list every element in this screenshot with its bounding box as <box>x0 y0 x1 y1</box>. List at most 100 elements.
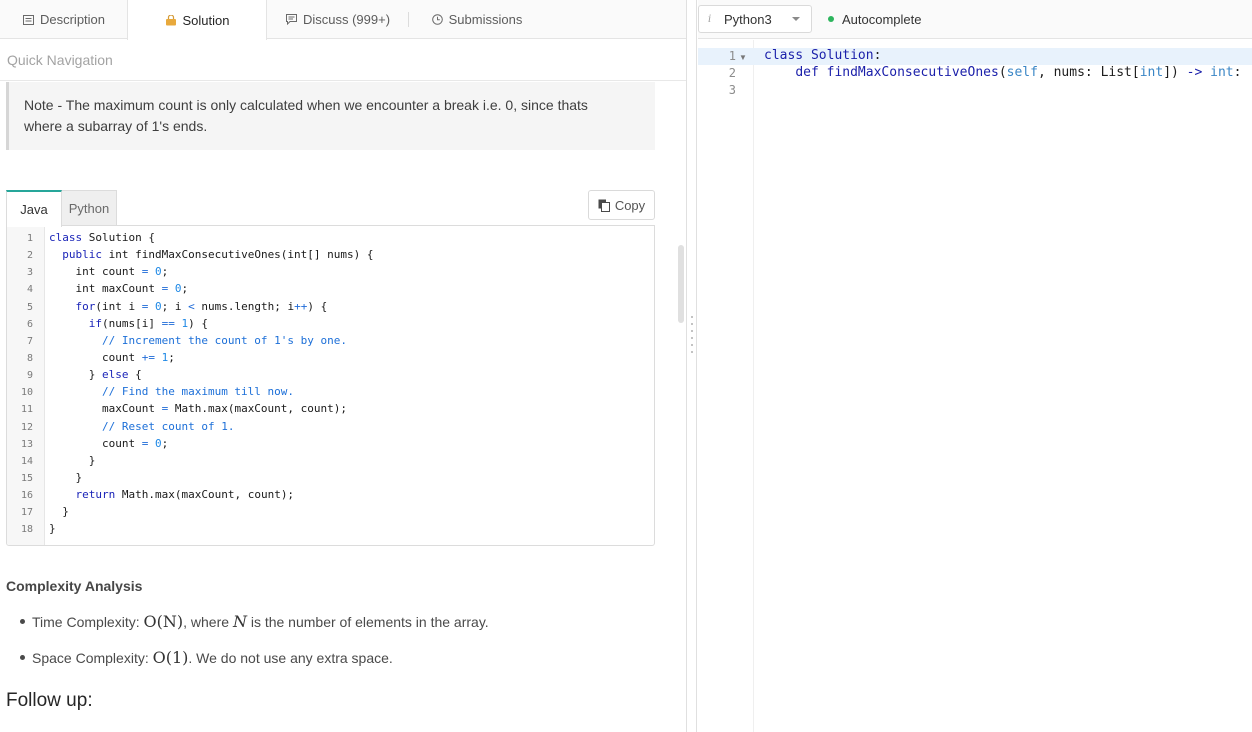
code-line: count = 0; <box>49 437 169 450</box>
code-line: } <box>49 454 96 467</box>
code-line: } <box>49 505 69 518</box>
line-number: 10 <box>20 387 33 398</box>
time-complexity-variable: N <box>232 612 247 631</box>
line-number: 1 <box>26 233 33 244</box>
line-number: 17 <box>20 507 33 518</box>
code-line: maxCount = Math.max(maxCount, count); <box>49 402 348 415</box>
note-line-2: where a subarray of 1's ends. <box>24 118 208 134</box>
editor-code-line: def findMaxConsecutiveOnes(self, nums: L… <box>795 65 1242 80</box>
editor-line[interactable]: 2 def findMaxConsecutiveOnes(self, nums:… <box>698 65 1252 82</box>
line-number: 3 <box>26 267 33 278</box>
editor-toolbar: i Python3 Autocomplete <box>698 0 1252 39</box>
code-line: // Reset count of 1. <box>101 420 235 433</box>
problem-tab-bar: Description Solution Discuss (999+) Subm… <box>0 0 686 40</box>
drag-dot <box>691 337 693 339</box>
follow-up-heading: Follow up: <box>6 690 93 711</box>
autocomplete-label: Autocomplete <box>842 11 922 27</box>
code-line: // Find the maximum till now. <box>101 385 295 398</box>
code-editor-panel: i Python3 Autocomplete 1 ▼ class Solutio… <box>698 0 1252 732</box>
code-line: } else { <box>49 368 142 381</box>
space-complexity-item: Space Complexity: O(1). We do not use an… <box>20 648 393 667</box>
line-number: 15 <box>20 473 33 484</box>
tab-solution-label: Solution <box>182 12 230 28</box>
complexity-analysis-heading: Complexity Analysis <box>6 578 143 594</box>
code-line: count += 1; <box>49 351 175 364</box>
left-panel: Description Solution Discuss (999+) Subm… <box>0 0 687 732</box>
time-complexity-prefix: Time Complexity: <box>32 614 144 630</box>
code-tab-java[interactable]: Java <box>6 190 62 227</box>
quick-navigation[interactable]: Quick Navigation <box>0 40 686 81</box>
drag-dot <box>691 344 693 346</box>
line-number: 18 <box>20 524 33 535</box>
code-line: if(nums[i] == 1) { <box>88 317 208 330</box>
solution-lock-icon <box>165 14 178 27</box>
tab-submissions-label: Submissions <box>448 12 523 27</box>
line-number: 6 <box>26 319 33 330</box>
line-number: 5 <box>26 302 33 313</box>
line-number: 4 <box>26 284 33 295</box>
discuss-icon <box>285 13 298 26</box>
code-line: int count = 0; <box>49 265 169 278</box>
code-line: } <box>49 522 56 535</box>
tab-description[interactable]: Description <box>0 0 127 39</box>
description-icon <box>22 13 35 26</box>
code-tab-python[interactable]: Python <box>62 190 117 226</box>
line-number: 2 <box>26 250 33 261</box>
tab-solution[interactable]: Solution <box>127 0 267 40</box>
code-line: for(int i = 0; i < nums.length; i++) { <box>75 300 328 313</box>
time-complexity-formula: O(N) <box>143 612 184 631</box>
tab-description-label: Description <box>39 12 106 27</box>
code-gutter: 1 2 3 4 5 6 7 8 9 10 11 12 13 14 15 16 1… <box>7 226 45 545</box>
code-line: class Solution { <box>49 231 155 244</box>
language-select-value: Python3 <box>724 11 772 27</box>
drag-dot <box>691 323 693 325</box>
fold-arrow-icon[interactable]: ▼ <box>739 53 747 62</box>
editor-line-current[interactable]: 1 ▼ class Solution: <box>698 48 1252 65</box>
editor-line-number: 1 <box>728 49 736 63</box>
note-line-1: Note - The maximum count is only calcula… <box>24 97 588 113</box>
submissions-clock-icon <box>431 13 444 26</box>
code-line: } <box>49 471 83 484</box>
code-language-tabs: Java Python <box>6 190 117 227</box>
panel-resize-handle[interactable] <box>687 0 697 732</box>
editor-code-line: class Solution: <box>764 48 882 63</box>
editor-line[interactable]: 3 <box>698 82 1252 99</box>
status-dot-icon <box>828 16 834 22</box>
line-number: 16 <box>20 490 33 501</box>
tab-submissions[interactable]: Submissions <box>409 0 544 39</box>
code-line: int maxCount = 0; <box>49 282 189 295</box>
autocomplete-toggle[interactable]: Autocomplete <box>828 0 922 38</box>
drag-dot <box>691 330 693 332</box>
chevron-down-icon <box>792 17 800 21</box>
line-number: 13 <box>20 439 33 450</box>
tab-discuss-label: Discuss (999+) <box>302 12 391 27</box>
time-complexity-suffix: is the number of elements in the array. <box>246 614 489 630</box>
line-number: 11 <box>20 404 33 415</box>
copy-label: Copy <box>614 197 646 213</box>
line-number: 12 <box>20 422 33 433</box>
editor-line-number: 3 <box>728 83 736 97</box>
time-complexity-item: Time Complexity: O(N), where N is the nu… <box>20 612 489 631</box>
drag-dot <box>691 351 693 353</box>
code-line: public int findMaxConsecutiveOnes(int[] … <box>62 248 374 261</box>
scrollbar-thumb[interactable] <box>678 245 684 323</box>
space-complexity-formula: O(1) <box>152 648 189 667</box>
editor-line-number: 2 <box>728 66 736 80</box>
language-select[interactable]: i Python3 <box>698 5 812 33</box>
code-line: // Increment the count of 1's by one. <box>101 334 348 347</box>
tab-discuss[interactable]: Discuss (999+) <box>267 0 408 39</box>
time-complexity-mid: , where <box>183 614 233 630</box>
solution-code-block: 1 2 3 4 5 6 7 8 9 10 11 12 13 14 15 16 1… <box>6 225 655 546</box>
space-complexity-prefix: Space Complexity: <box>32 650 153 666</box>
copy-icon <box>598 199 610 212</box>
note-callout: Note - The maximum count is only calcula… <box>6 82 655 150</box>
editor-gutter-divider <box>753 40 754 732</box>
code-line: return Math.max(maxCount, count); <box>75 488 295 501</box>
line-number: 9 <box>26 370 33 381</box>
info-icon: i <box>708 13 712 25</box>
space-complexity-suffix: . We do not use any extra space. <box>188 650 393 666</box>
copy-code-button[interactable]: Copy <box>588 190 655 220</box>
drag-dot <box>691 316 693 318</box>
line-number: 8 <box>26 353 33 364</box>
line-number: 7 <box>26 336 33 347</box>
